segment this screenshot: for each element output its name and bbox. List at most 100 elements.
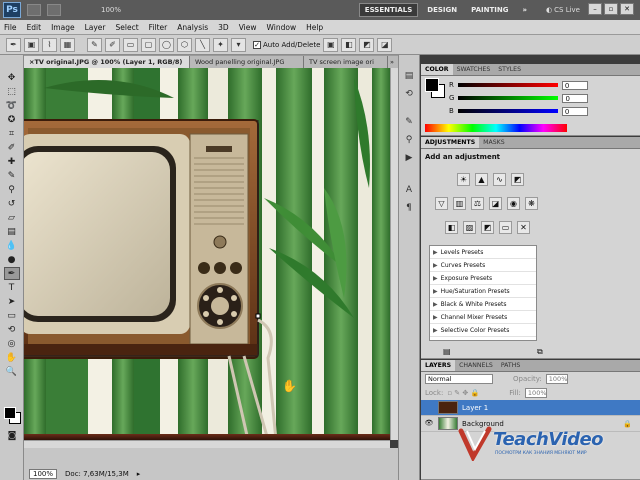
pen-tool-preset-icon[interactable]: ✒ — [6, 37, 21, 52]
green-slider[interactable] — [458, 96, 559, 100]
exposure-icon[interactable]: ◩ — [511, 173, 524, 186]
freeform-pen-icon[interactable]: ✐ — [105, 37, 120, 52]
add-to-path-area-icon[interactable]: ▣ — [323, 37, 339, 52]
auto-add-delete-checkbox[interactable]: ✓ Auto Add/Delete — [253, 40, 320, 49]
move-tool-icon[interactable]: ✥ — [4, 71, 20, 84]
tab-channels[interactable]: CHANNELS — [455, 360, 497, 371]
levels-icon[interactable]: ▲ — [475, 173, 488, 186]
menu-layer[interactable]: Layer — [85, 23, 106, 32]
exclude-path-area-icon[interactable]: ◪ — [377, 37, 393, 52]
marquee-tool-icon[interactable]: ⬚ — [4, 85, 20, 98]
gradient-map-icon[interactable]: ▭ — [499, 221, 512, 234]
visibility-eye-icon[interactable]: 👁 — [424, 419, 434, 429]
tab-tv-screen-image[interactable]: TV screen image ori — [304, 56, 388, 68]
opacity-field[interactable]: 100% — [545, 374, 568, 384]
brush-panel-icon[interactable]: ✎ — [402, 115, 416, 129]
ellipse-icon[interactable]: ◯ — [159, 37, 174, 52]
quick-mask-icon[interactable]: ◙ — [4, 429, 20, 442]
launch-bridge-icon[interactable] — [27, 4, 41, 16]
clone-source-icon[interactable]: ⚲ — [402, 133, 416, 147]
shape-layers-icon[interactable]: ▣ — [24, 37, 39, 52]
paragraph-panel-icon[interactable]: ¶ — [402, 201, 416, 215]
preset-hue-saturation[interactable]: ▶ Hue/Saturation Presets — [430, 285, 536, 298]
intersect-path-area-icon[interactable]: ◩ — [359, 37, 375, 52]
vertical-scrollbar[interactable] — [390, 68, 398, 440]
zoom-tool-icon[interactable]: 🔍 — [4, 365, 20, 378]
image-canvas[interactable]: ✋ — [24, 68, 390, 440]
preset-channel-mixer[interactable]: ▶ Channel Mixer Presets — [430, 311, 536, 324]
color-panel-foreground-swatch[interactable] — [425, 78, 439, 92]
new-adjustment-icon[interactable]: ⧉ — [537, 347, 543, 357]
custom-shape-icon[interactable]: ✦ — [213, 37, 228, 52]
brightness-contrast-icon[interactable]: ☀ — [457, 173, 470, 186]
pen-tool-icon[interactable]: ✒ — [3, 267, 20, 280]
color-balance-icon[interactable]: ⚖ — [471, 197, 484, 210]
curves-icon[interactable]: ∿ — [493, 173, 506, 186]
layer-row-layer-1[interactable]: Layer 1 — [421, 400, 640, 416]
tab-wood-panelling[interactable]: Wood panelling original.JPG — [190, 56, 304, 68]
history-brush-tool-icon[interactable]: ↺ — [4, 197, 20, 210]
photo-filter-icon[interactable]: ◉ — [507, 197, 520, 210]
red-slider[interactable] — [457, 83, 558, 87]
pen-icon[interactable]: ✎ — [87, 37, 102, 52]
more-workspaces-button[interactable]: » — [518, 3, 533, 17]
selective-color-icon[interactable]: ✕ — [517, 221, 530, 234]
menu-window[interactable]: Window — [267, 23, 297, 32]
red-value-field[interactable]: 0 — [561, 80, 588, 90]
tab-styles[interactable]: STYLES — [494, 64, 525, 75]
blue-value-field[interactable]: 0 — [561, 106, 588, 116]
polygon-icon[interactable]: ⬡ — [177, 37, 192, 52]
menu-edit[interactable]: Edit — [27, 23, 42, 32]
rounded-rectangle-icon[interactable]: ▢ — [141, 37, 156, 52]
hand-tool-icon[interactable]: ✋ — [4, 351, 20, 364]
menu-view[interactable]: View — [239, 23, 257, 32]
blue-slider[interactable] — [457, 109, 558, 113]
menu-file[interactable]: File — [4, 23, 17, 32]
mini-bridge-icon[interactable]: ▤ — [402, 69, 416, 83]
shape-tool-icon[interactable]: ▭ — [4, 309, 20, 322]
lasso-tool-icon[interactable]: ➰ — [4, 99, 20, 112]
status-menu-arrow-icon[interactable]: ▸ — [137, 470, 141, 478]
visibility-eye-icon[interactable] — [424, 403, 434, 413]
green-value-field[interactable]: 0 — [562, 93, 589, 103]
lock-icons[interactable]: ▫ ✎ ✥ 🔒 — [447, 389, 479, 397]
actions-icon[interactable]: ▶ — [402, 151, 416, 165]
hue-saturation-icon[interactable]: ▥ — [453, 197, 466, 210]
crop-tool-icon[interactable]: ⌗ — [4, 127, 20, 140]
cs-live-button[interactable]: ◐ CS Live — [546, 6, 580, 14]
tab-tv-original[interactable]: × TV original.JPG @ 100% (Layer 1, RGB/8… — [24, 56, 190, 68]
3d-orbit-tool-icon[interactable]: ◎ — [4, 337, 20, 350]
geometry-options-icon[interactable]: ▾ — [231, 37, 246, 52]
brush-tool-icon[interactable]: ✎ — [4, 169, 20, 182]
preset-exposure[interactable]: ▶ Exposure Presets — [430, 272, 536, 285]
dodge-tool-icon[interactable]: ● — [4, 253, 20, 266]
subtract-path-area-icon[interactable]: ◧ — [341, 37, 357, 52]
zoom-level-select[interactable]: 100% — [101, 6, 121, 14]
horizontal-scrollbar[interactable] — [24, 440, 390, 448]
menu-help[interactable]: Help — [306, 23, 323, 32]
tab-swatches[interactable]: SWATCHES — [453, 64, 495, 75]
preset-selective-color[interactable]: ▶ Selective Color Presets — [430, 324, 536, 337]
line-icon[interactable]: ╲ — [195, 37, 210, 52]
clone-stamp-tool-icon[interactable]: ⚲ — [4, 183, 20, 196]
tab-layers[interactable]: LAYERS — [421, 360, 456, 371]
eyedropper-tool-icon[interactable]: ✐ — [4, 141, 20, 154]
foreground-color-swatch[interactable] — [4, 407, 16, 419]
posterize-icon[interactable]: ▨ — [463, 221, 476, 234]
channel-mixer-icon[interactable]: ❋ — [525, 197, 538, 210]
adjustment-options-icon[interactable]: ▤ — [443, 347, 451, 356]
character-panel-icon[interactable]: A — [402, 183, 416, 197]
color-spectrum-ramp[interactable] — [425, 124, 567, 132]
document-size-info[interactable]: Doc: 7,63M/15,3M — [65, 470, 129, 478]
spot-healing-tool-icon[interactable]: ✚ — [4, 155, 20, 168]
workspace-painting-button[interactable]: PAINTING — [466, 3, 513, 17]
fill-pixels-icon[interactable]: ▦ — [60, 37, 75, 52]
tab-paths[interactable]: PATHS — [497, 360, 524, 371]
path-selection-tool-icon[interactable]: ➤ — [4, 295, 20, 308]
black-white-icon[interactable]: ◪ — [489, 197, 502, 210]
eraser-tool-icon[interactable]: ▱ — [4, 211, 20, 224]
rectangle-icon[interactable]: ▭ — [123, 37, 138, 52]
launch-mini-bridge-icon[interactable] — [47, 4, 61, 16]
workspace-design-button[interactable]: DESIGN — [422, 3, 462, 17]
tab-color[interactable]: COLOR — [421, 64, 453, 75]
